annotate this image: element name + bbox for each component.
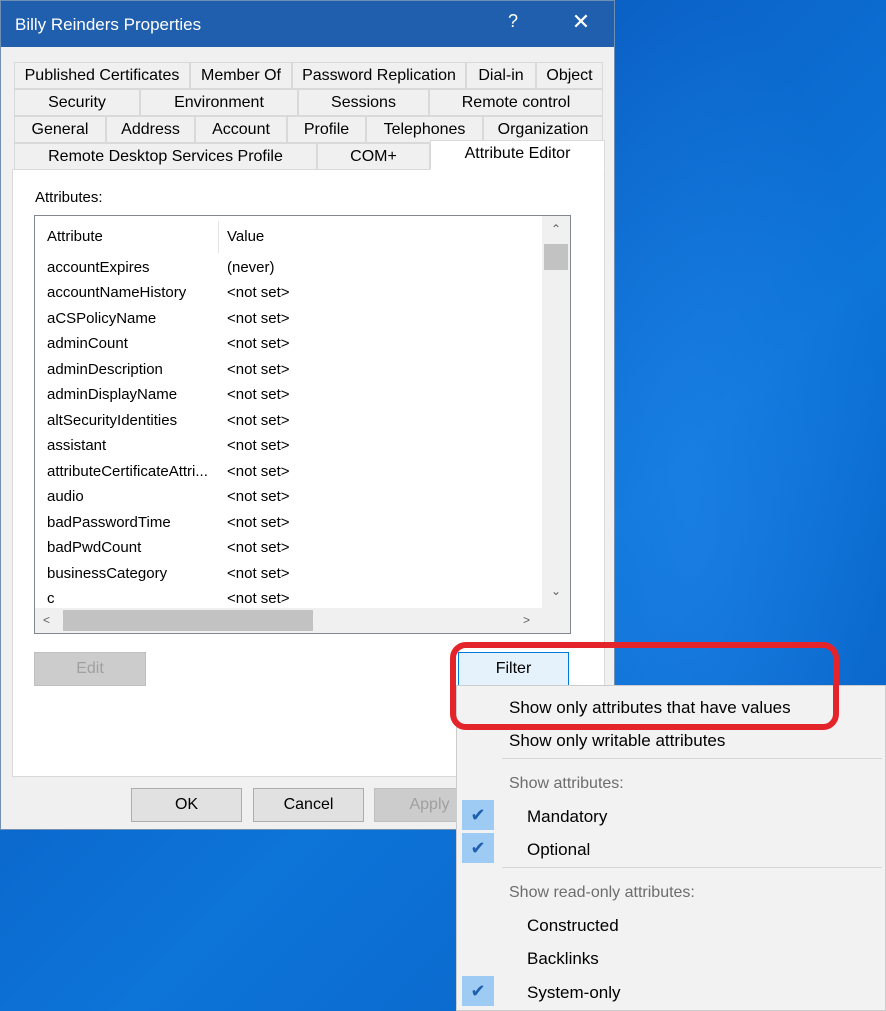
tab-account[interactable]: Account bbox=[195, 116, 287, 143]
tab-address[interactable]: Address bbox=[106, 116, 195, 143]
table-row[interactable]: aCSPolicyName <not set> bbox=[47, 307, 537, 331]
close-button[interactable]: ✕ bbox=[563, 9, 599, 39]
tab-remote-control[interactable]: Remote control bbox=[429, 89, 603, 116]
vertical-scrollbar[interactable]: ⌃ ⌄ bbox=[542, 216, 570, 608]
attribute-name: audio bbox=[47, 488, 84, 505]
attribute-name: adminCount bbox=[47, 335, 128, 352]
menu-group-read-only: Show read-only attributes: bbox=[509, 884, 695, 901]
menu-item-show-writable-only[interactable]: Show only writable attributes bbox=[509, 731, 725, 751]
menu-separator bbox=[502, 758, 882, 759]
title-bar: Billy Reinders Properties ? ✕ bbox=[1, 1, 614, 47]
attribute-list[interactable]: Attribute Value accountExpires (never) ac… bbox=[34, 215, 571, 634]
attribute-name: badPwdCount bbox=[47, 539, 142, 556]
help-button[interactable]: ? bbox=[501, 11, 525, 37]
attribute-value: <not set> bbox=[227, 590, 290, 607]
attribute-value: <not set> bbox=[227, 335, 290, 352]
cancel-button[interactable]: Cancel bbox=[253, 788, 364, 822]
ok-button[interactable]: OK bbox=[131, 788, 242, 822]
column-header-value[interactable]: Value bbox=[227, 228, 264, 245]
tab-profile[interactable]: Profile bbox=[287, 116, 366, 143]
annotation-highlight-box bbox=[450, 642, 839, 730]
tab-security[interactable]: Security bbox=[14, 89, 140, 116]
table-row[interactable]: businessCategory <not set> bbox=[47, 562, 537, 586]
attribute-value: <not set> bbox=[227, 488, 290, 505]
edit-button[interactable]: Edit bbox=[34, 652, 146, 686]
attribute-value: <not set> bbox=[227, 412, 290, 429]
attribute-name: accountNameHistory bbox=[47, 284, 187, 301]
table-row[interactable]: badPasswordTime <not set> bbox=[47, 511, 537, 535]
tab-attribute-editor[interactable]: Attribute Editor bbox=[430, 140, 605, 170]
table-row[interactable]: altSecurityIdentities <not set> bbox=[47, 409, 537, 433]
table-row[interactable]: assistant <not set> bbox=[47, 434, 537, 458]
tab-telephones[interactable]: Telephones bbox=[366, 116, 483, 143]
attribute-value: <not set> bbox=[227, 361, 290, 378]
table-row[interactable]: accountNameHistory <not set> bbox=[47, 281, 537, 305]
tab-remote-desktop-services-profile[interactable]: Remote Desktop Services Profile bbox=[14, 143, 317, 170]
menu-item-constructed[interactable]: Constructed bbox=[527, 916, 619, 936]
attribute-value: <not set> bbox=[227, 310, 290, 327]
attribute-name: c bbox=[47, 590, 55, 607]
tab-object[interactable]: Object bbox=[536, 62, 603, 89]
attributes-label: Attributes: bbox=[35, 189, 103, 206]
tab-environment[interactable]: Environment bbox=[140, 89, 298, 116]
horizontal-scroll-thumb[interactable] bbox=[63, 610, 313, 631]
table-row[interactable]: accountExpires (never) bbox=[47, 256, 537, 280]
tab-member-of[interactable]: Member Of bbox=[190, 62, 292, 89]
attribute-name: aCSPolicyName bbox=[47, 310, 157, 327]
table-row[interactable]: adminCount <not set> bbox=[47, 332, 537, 356]
scroll-left-icon[interactable]: < bbox=[43, 613, 50, 627]
table-row[interactable]: attributeCertificateAttri... <not set> bbox=[47, 460, 537, 484]
menu-separator bbox=[502, 867, 882, 868]
scroll-down-icon[interactable]: ⌄ bbox=[551, 584, 561, 598]
attribute-value: <not set> bbox=[227, 539, 290, 556]
tab-sessions[interactable]: Sessions bbox=[298, 89, 429, 116]
tab-published-certificates[interactable]: Published Certificates bbox=[14, 62, 190, 89]
attribute-name: accountExpires bbox=[47, 259, 150, 276]
attribute-name: adminDisplayName bbox=[47, 386, 178, 403]
attribute-value: <not set> bbox=[227, 514, 290, 531]
attribute-name: attributeCertificateAttri... bbox=[47, 463, 208, 480]
table-row[interactable]: audio <not set> bbox=[47, 485, 537, 509]
column-header-attribute[interactable]: Attribute bbox=[47, 228, 103, 245]
check-icon: ✔ bbox=[462, 800, 494, 830]
attribute-value: <not set> bbox=[227, 565, 290, 582]
tab-organization[interactable]: Organization bbox=[483, 116, 603, 143]
horizontal-scrollbar[interactable]: < > bbox=[35, 608, 570, 633]
attribute-name: assistant bbox=[47, 437, 107, 454]
check-icon: ✔ bbox=[462, 976, 494, 1006]
attribute-name: adminDescription bbox=[47, 361, 163, 378]
scroll-up-icon[interactable]: ⌃ bbox=[551, 222, 561, 236]
tab-dial-in[interactable]: Dial-in bbox=[466, 62, 536, 89]
attribute-name: badPasswordTime bbox=[47, 514, 171, 531]
scroll-right-icon[interactable]: > bbox=[523, 613, 530, 627]
filter-menu: Show only attributes that have values Sh… bbox=[456, 685, 886, 1011]
vertical-scroll-thumb[interactable] bbox=[544, 244, 568, 270]
table-row[interactable]: adminDisplayName <not set> bbox=[47, 383, 537, 407]
attribute-value: <not set> bbox=[227, 284, 290, 301]
attribute-value: <not set> bbox=[227, 386, 290, 403]
menu-item-optional[interactable]: Optional bbox=[527, 840, 590, 860]
menu-item-backlinks[interactable]: Backlinks bbox=[527, 949, 599, 969]
attribute-value: <not set> bbox=[227, 437, 290, 454]
table-row[interactable]: badPwdCount <not set> bbox=[47, 536, 537, 560]
table-row[interactable]: adminDescription <not set> bbox=[47, 358, 537, 382]
attribute-name: altSecurityIdentities bbox=[47, 412, 178, 429]
window-title: Billy Reinders Properties bbox=[15, 15, 202, 34]
attribute-value: <not set> bbox=[227, 463, 290, 480]
menu-item-system-only[interactable]: System-only bbox=[527, 983, 621, 1003]
attribute-name: businessCategory bbox=[47, 565, 168, 582]
tab-com-plus[interactable]: COM+ bbox=[317, 143, 430, 170]
column-separator[interactable] bbox=[218, 221, 219, 253]
tab-password-replication[interactable]: Password Replication bbox=[292, 62, 466, 89]
menu-item-mandatory[interactable]: Mandatory bbox=[527, 807, 607, 827]
attribute-value: (never) bbox=[227, 259, 275, 276]
check-icon: ✔ bbox=[462, 833, 494, 863]
menu-group-show-attributes: Show attributes: bbox=[509, 775, 624, 792]
tab-general[interactable]: General bbox=[14, 116, 106, 143]
